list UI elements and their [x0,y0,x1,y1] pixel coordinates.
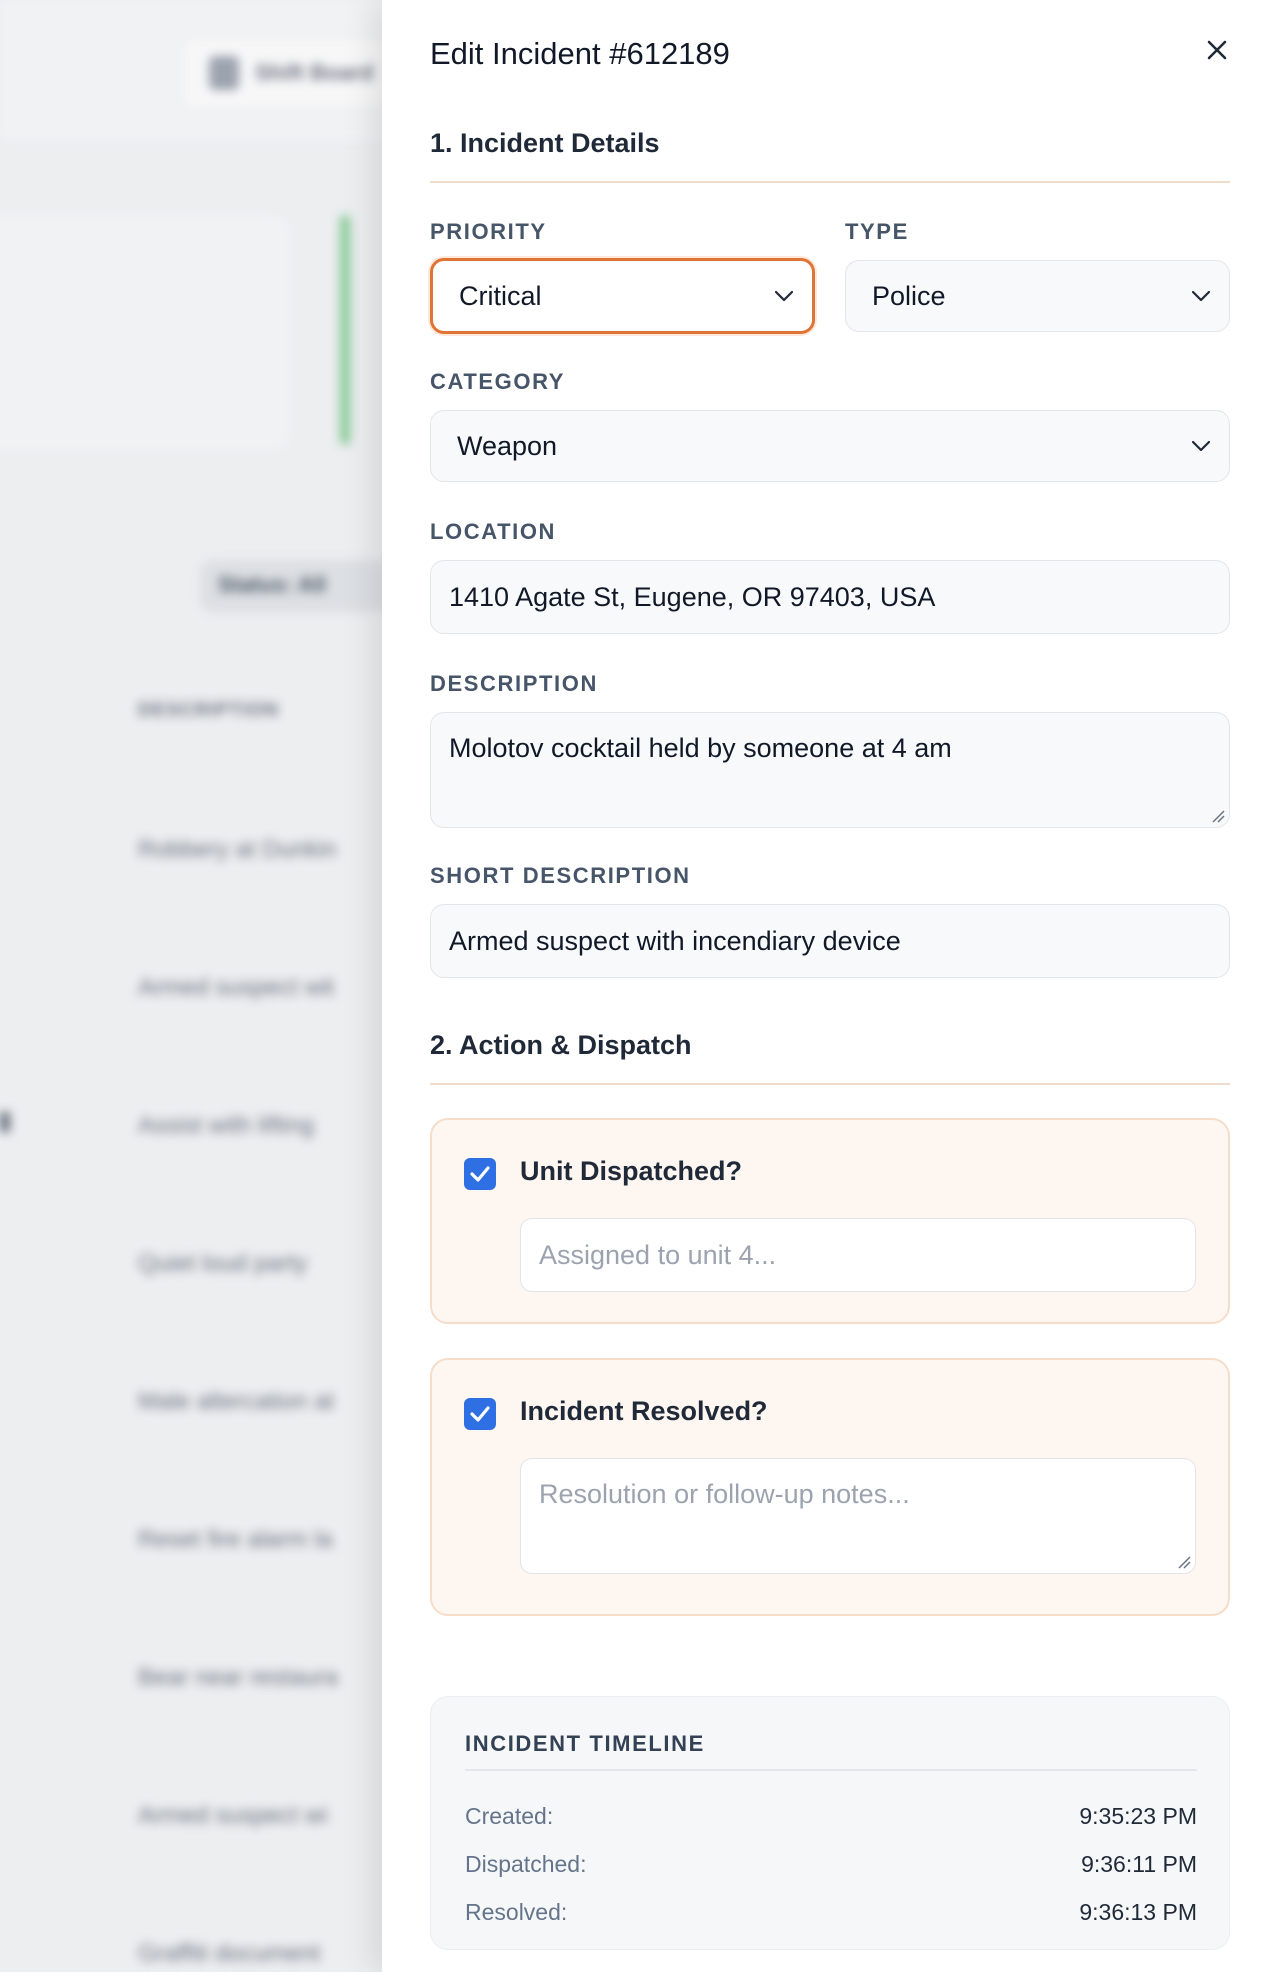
table-row: Male altercation at [138,1388,335,1415]
resolution-notes-placeholder: Resolution or follow-up notes... [539,1479,910,1509]
unit-dispatched-checkbox[interactable] [464,1158,496,1190]
check-icon [470,1166,490,1182]
description-value: Molotov cocktail held by someone at 4 am [449,733,952,763]
timeline-key: Resolved: [465,1899,568,1925]
table-row: Quiet loud party [138,1250,308,1277]
chevron-down-icon [1191,440,1211,452]
background-card [0,215,290,450]
location-value: 1410 Agate St, Eugene, OR 97403, USA [449,581,936,612]
type-label: TYPE [845,219,909,244]
background-shift-button: Shift Board [180,36,390,110]
unit-dispatched-input[interactable]: Assigned to unit 4... [520,1218,1196,1292]
timeline-row-dispatched: Dispatched: 9:36:11 PM [465,1851,1197,1878]
unit-dispatched-label: Unit Dispatched? [520,1156,743,1186]
table-row: Armed suspect wit [138,974,335,1001]
section-divider [430,1083,1230,1085]
table-row: Assist with lifting [138,1112,315,1139]
background-table-header: DESCRIPTION [138,700,279,721]
category-select[interactable]: Weapon [430,410,1230,482]
table-row: Armed suspect wi [138,1802,328,1829]
timeline-divider [465,1769,1197,1771]
edit-incident-panel: Edit Incident #612189 1. Incident Detail… [382,0,1279,1972]
incident-resolved-card: Incident Resolved? Resolution or follow-… [430,1358,1230,1616]
resize-handle-icon[interactable] [1211,809,1225,823]
timeline-key: Dispatched: [465,1851,587,1877]
incident-timeline: INCIDENT TIMELINE Created: 9:35:23 PM Di… [430,1696,1230,1950]
chevron-down-icon [1191,290,1211,302]
timeline-key: Created: [465,1803,554,1829]
background-status-bar [340,215,350,445]
short-description-input[interactable]: Armed suspect with incendiary device [430,904,1230,978]
background-marker [0,1112,10,1132]
description-textarea[interactable]: Molotov cocktail held by someone at 4 am [430,712,1230,828]
clipboard-icon [209,56,239,90]
check-icon [470,1406,490,1422]
table-row: Bear near restaura [138,1664,339,1691]
section-divider [430,181,1230,183]
short-description-value: Armed suspect with incendiary device [449,925,901,956]
panel-title: Edit Incident #612189 [430,36,730,71]
timeline-title: INCIDENT TIMELINE [465,1731,705,1756]
timeline-row-resolved: Resolved: 9:36:13 PM [465,1899,1197,1926]
close-button[interactable] [1197,30,1237,70]
category-label: CATEGORY [430,369,566,394]
table-row: Graffiti document [138,1940,321,1967]
close-icon [1207,40,1227,60]
unit-dispatched-card: Unit Dispatched? Assigned to unit 4... [430,1118,1230,1324]
section-heading-details: 1. Incident Details [430,128,660,158]
background-page: Shift Board Status: All DESCRIPTION Robb… [0,0,400,1972]
chevron-down-icon [774,290,794,302]
description-label: DESCRIPTION [430,671,598,696]
location-label: LOCATION [430,519,557,544]
section-heading-dispatch: 2. Action & Dispatch [430,1030,692,1060]
timeline-value: 9:35:23 PM [1079,1803,1197,1829]
background-filter: Status: All [200,560,390,612]
type-value: Police [872,280,946,311]
category-value: Weapon [457,430,558,461]
incident-resolved-label: Incident Resolved? [520,1396,768,1426]
unit-dispatched-placeholder: Assigned to unit 4... [539,1239,777,1270]
resolution-notes-textarea[interactable]: Resolution or follow-up notes... [520,1458,1196,1574]
timeline-value: 9:36:13 PM [1079,1899,1197,1925]
short-description-label: SHORT DESCRIPTION [430,863,691,888]
priority-select[interactable]: Critical [430,258,815,334]
resize-handle-icon[interactable] [1177,1555,1191,1569]
timeline-value: 9:36:11 PM [1081,1851,1197,1877]
priority-label: PRIORITY [430,219,547,244]
table-row: Robbery at Dunkin [138,836,337,863]
table-row: Reset fire alarm la [138,1526,333,1553]
incident-resolved-checkbox[interactable] [464,1398,496,1430]
timeline-row-created: Created: 9:35:23 PM [465,1803,1197,1830]
priority-value: Critical [459,280,542,311]
location-input[interactable]: 1410 Agate St, Eugene, OR 97403, USA [430,560,1230,634]
type-select[interactable]: Police [845,260,1230,332]
